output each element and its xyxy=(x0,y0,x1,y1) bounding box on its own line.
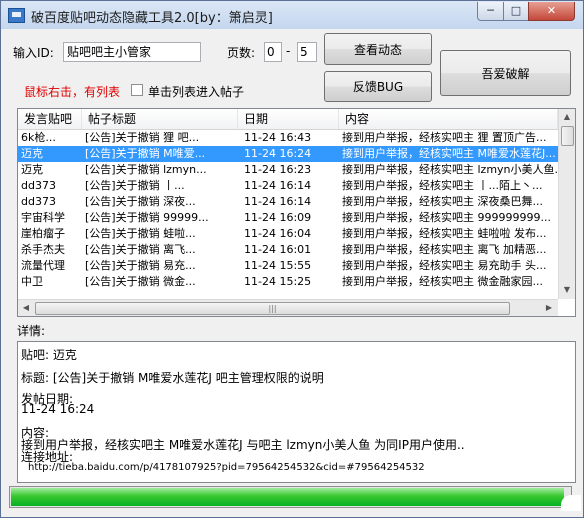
detail-label: 详情: xyxy=(17,324,46,338)
list-rows: 6k枪... [公告]关于撤销 狸 吧... 11-24 16:43 接到用户举报，经… xyxy=(18,130,558,299)
detail-forum: 贴吧: 迈克 xyxy=(21,348,77,362)
cell-date: 11-24 16:09 xyxy=(244,211,312,224)
cell-date: 11-24 15:25 xyxy=(244,275,312,288)
resize-grip[interactable] xyxy=(561,495,581,511)
open-post-checkbox-label[interactable]: 单击列表进入帖子 xyxy=(148,83,244,100)
cell-forum: 流量代理 xyxy=(21,259,65,272)
cell-forum: 宇宙科学 xyxy=(21,211,65,224)
col-title[interactable]: 帖子标题 xyxy=(82,109,238,129)
pages-label: 页数: xyxy=(227,46,256,60)
maximize-button[interactable]: □ xyxy=(503,2,529,21)
scroll-up-arrow-icon[interactable]: ▲ xyxy=(559,109,575,125)
52pojie-button[interactable]: 吾爱破解 xyxy=(440,50,571,96)
feedback-bug-button[interactable]: 反馈BUG xyxy=(324,71,432,102)
table-row[interactable]: dd373 [公告]关于撤销 深夜... 11-24 16:14 接到用户举报，经核实… xyxy=(18,194,558,210)
list-header: 发言贴吧 帖子标题 日期 内容 xyxy=(18,109,558,130)
progress-bar xyxy=(9,486,572,508)
id-input[interactable]: 贴吧吧主小管家 xyxy=(63,42,201,62)
col-date[interactable]: 日期 xyxy=(238,109,339,129)
cell-content: 接到用户举报，经核实吧主 999999999... xyxy=(342,211,551,224)
table-row[interactable]: 崖柏瘤子 [公告]关于撤销 蛙啦... 11-24 16:04 接到用户举报，经核实吧… xyxy=(18,226,558,242)
activity-list[interactable]: 发言贴吧 帖子标题 日期 内容 6k枪... [公告]关于撤销 狸 吧... 11-… xyxy=(17,108,576,317)
list-vertical-scrollbar[interactable]: ▲ ▼ xyxy=(558,109,575,299)
cell-forum: 中卫 xyxy=(21,275,43,288)
title-bar[interactable]: 破百度贴吧动态隐藏工具2.0[by：箫启灵] ─ □ ✕ xyxy=(1,1,583,29)
table-row[interactable]: 迈克 [公告]关于撤销 M唯爱... 11-24 16:24 接到用户举报，经核实吧主… xyxy=(18,146,558,162)
table-row[interactable]: 流量代理 [公告]关于撤销 易充... 11-24 15:55 接到用户举报，经核实吧… xyxy=(18,258,558,274)
cell-content: 接到用户举报，经核实吧主 狸 置顶广告... xyxy=(342,131,547,144)
cell-title: [公告]关于撤销 易充... xyxy=(85,259,196,272)
scroll-right-arrow-icon[interactable]: ▶ xyxy=(541,300,557,316)
cell-title: [公告]关于撤销 99999... xyxy=(85,211,209,224)
cell-title: [公告]关于撤销 M唯爱... xyxy=(85,147,206,160)
cell-title: [公告]关于撤销 狸 吧... xyxy=(85,131,200,144)
cell-date: 11-24 16:01 xyxy=(244,243,312,256)
window-title: 破百度贴吧动态隐藏工具2.0[by：箫启灵] xyxy=(31,11,273,26)
cell-title: [公告]关于撤销 蛙啦... xyxy=(85,227,196,240)
table-row[interactable]: 迈克 [公告]关于撤销 lzmyn... 11-24 16:23 接到用户举报，经核实… xyxy=(18,162,558,178)
col-forum[interactable]: 发言贴吧 xyxy=(18,109,82,129)
right-click-hint: 鼠标右击，有列表 xyxy=(24,85,121,99)
cell-date: 11-24 16:23 xyxy=(244,163,312,176)
cell-date: 11-24 16:43 xyxy=(244,131,312,144)
cell-content: 接到用户举报，经核实吧主 lzmyn小美人鱼... xyxy=(342,163,558,176)
horizontal-scroll-thumb[interactable]: ||| xyxy=(35,302,510,315)
vertical-scroll-thumb[interactable] xyxy=(561,126,574,146)
cell-forum: dd373 xyxy=(21,179,56,192)
cell-content: 接到用户举报，经核实吧主 微金融家园... xyxy=(342,275,543,288)
cell-date: 11-24 16:24 xyxy=(244,147,312,160)
table-row[interactable]: dd373 [公告]关于撤销 丨... 11-24 16:14 接到用户举报，经核实吧… xyxy=(18,178,558,194)
page-separator: - xyxy=(286,44,291,58)
detail-title: 标题: [公告]关于撤销 M唯爱水莲花J 吧主管理权限的说明 xyxy=(21,371,324,385)
cell-content: 接到用户举报，经核实吧主 M唯爱水莲花J... xyxy=(342,147,556,160)
scroll-down-arrow-icon[interactable]: ▼ xyxy=(559,282,575,298)
cell-date: 11-24 15:55 xyxy=(244,259,312,272)
cell-content: 接到用户举报，经核实吧主 深夜桑巴舞... xyxy=(342,195,543,208)
cell-date: 11-24 16:14 xyxy=(244,179,312,192)
page-to-input[interactable]: 5 xyxy=(297,42,317,62)
client-area: 输入ID: 贴吧吧主小管家 页数: 0 - 5 查看动态 反馈BUG 吾爱破解 … xyxy=(7,29,577,511)
table-row[interactable]: 6k枪... [公告]关于撤销 狸 吧... 11-24 16:43 接到用户举报，经… xyxy=(18,130,558,146)
page-from-input[interactable]: 0 xyxy=(264,42,282,62)
cell-date: 11-24 16:04 xyxy=(244,227,312,240)
scroll-left-arrow-icon[interactable]: ◀ xyxy=(18,300,34,316)
cell-title: [公告]关于撤销 离飞... xyxy=(85,243,196,256)
cell-forum: 迈克 xyxy=(21,163,43,176)
progress-fill xyxy=(11,488,565,506)
detail-textbox[interactable]: 贴吧: 迈克 标题: [公告]关于撤销 M唯爱水莲花J 吧主管理权限的说明 发帖… xyxy=(17,341,576,483)
cell-title: [公告]关于撤销 丨... xyxy=(85,179,185,192)
detail-link[interactable]: http://tieba.baidu.com/p/4178107925?pid=… xyxy=(28,462,425,473)
detail-content: 接到用户举报，经核实吧主 M唯爱水莲花J 与吧主 lzmyn小美人鱼 为同IP用… xyxy=(21,438,465,452)
cell-title: [公告]关于撤销 lzmyn... xyxy=(85,163,207,176)
cell-forum: 崖柏瘤子 xyxy=(21,227,65,240)
main-window: 破百度贴吧动态隐藏工具2.0[by：箫启灵] ─ □ ✕ 输入ID: 贴吧吧主小… xyxy=(0,0,584,518)
cell-forum: 迈克 xyxy=(21,147,43,160)
cell-content: 接到用户举报，经核实吧主 离飞 加精恶... xyxy=(342,243,547,256)
app-icon xyxy=(8,8,25,23)
cell-content: 接到用户举报，经核实吧主 易充助手 头... xyxy=(342,259,547,272)
view-activity-button[interactable]: 查看动态 xyxy=(324,33,432,65)
cell-title: [公告]关于撤销 深夜... xyxy=(85,195,196,208)
cell-date: 11-24 16:14 xyxy=(244,195,312,208)
open-post-checkbox[interactable] xyxy=(131,84,143,96)
cell-content: 接到用户举报，经核实吧主 蛙啦啦 发布... xyxy=(342,227,547,240)
table-row[interactable]: 杀手杰夫 [公告]关于撤销 离飞... 11-24 16:01 接到用户举报，经核实吧… xyxy=(18,242,558,258)
cell-forum: 杀手杰夫 xyxy=(21,243,65,256)
table-row[interactable]: 中卫 [公告]关于撤销 微金... 11-24 15:25 接到用户举报，经核实吧主 … xyxy=(18,274,558,290)
cell-content: 接到用户举报，经核实吧主 丨...陌上丶... xyxy=(342,179,543,192)
id-label: 输入ID: xyxy=(13,46,54,60)
list-horizontal-scrollbar[interactable]: ◀ ||| ▶ xyxy=(18,299,558,316)
detail-date: 11-24 16:24 xyxy=(21,402,95,416)
cell-title: [公告]关于撤销 微金... xyxy=(85,275,196,288)
cell-forum: 6k枪... xyxy=(21,131,56,144)
col-content[interactable]: 内容 xyxy=(339,109,558,129)
cell-forum: dd373 xyxy=(21,195,56,208)
table-row[interactable]: 宇宙科学 [公告]关于撤销 99999... 11-24 16:09 接到用户举报，经… xyxy=(18,210,558,226)
close-button[interactable]: ✕ xyxy=(528,2,575,21)
minimize-button[interactable]: ─ xyxy=(477,2,504,21)
